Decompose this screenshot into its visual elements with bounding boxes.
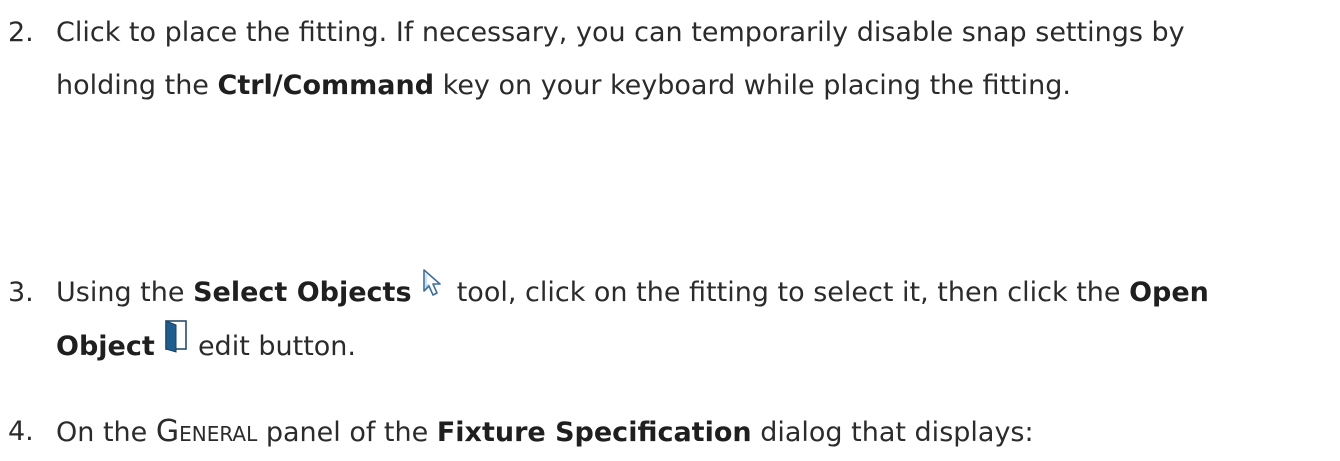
panel-name: GENERAL	[155, 414, 258, 449]
text-segment: On the	[56, 417, 156, 448]
step-line-2: Object edit button.	[56, 320, 1334, 374]
step-line-2: holding the Ctrl/Command key on your key…	[56, 59, 1334, 112]
text-segment: key on your keyboard while placing the f…	[434, 70, 1071, 101]
button-name: Open	[1129, 277, 1209, 308]
button-name: Object	[56, 331, 155, 362]
select-objects-arrow-icon	[420, 264, 448, 317]
text-segment: panel of the	[257, 417, 437, 448]
step-line-1: Using the Select Objects tool, click on …	[56, 266, 1334, 320]
step-text: Click to place the fitting. If necessary…	[56, 6, 1334, 112]
step-line-1: On the GENERAL panel of the Fixture Spec…	[56, 405, 1334, 461]
dialog-name: Fixture Specification	[436, 417, 752, 448]
step-number: 3.	[8, 277, 34, 308]
keyboard-key-label: Ctrl/Command	[217, 70, 435, 101]
text-segment: tool, click on the fitting to select it,…	[448, 277, 1130, 308]
step-text: Using the Select Objects tool, click on …	[56, 266, 1334, 374]
text-segment: dialog that displays:	[751, 417, 1034, 448]
text-segment: edit button.	[189, 331, 356, 362]
tool-name: Select Objects	[193, 277, 412, 308]
step-line-1: Click to place the fitting. If necessary…	[56, 17, 1185, 48]
step-number: 2.	[8, 17, 34, 48]
step-number: 4.	[8, 416, 34, 447]
open-object-door-icon	[163, 318, 189, 371]
text-segment: Using the	[56, 277, 194, 308]
text-segment: holding the	[56, 70, 218, 101]
step-text: On the GENERAL panel of the Fixture Spec…	[56, 405, 1334, 461]
